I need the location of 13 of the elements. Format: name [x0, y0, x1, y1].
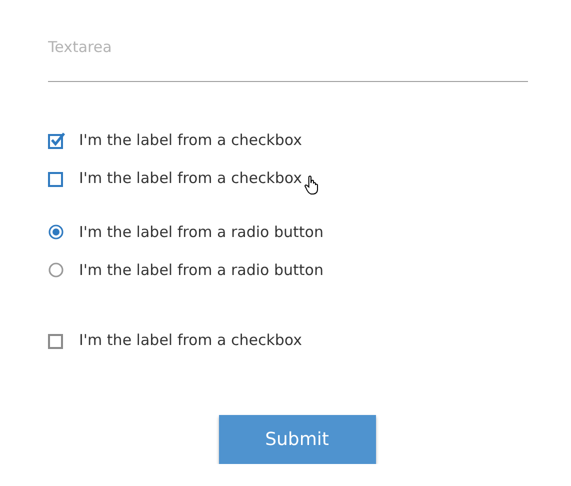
option-label: I'm the label from a checkbox — [79, 169, 302, 187]
radio-button[interactable] — [48, 262, 65, 278]
textarea-field[interactable]: Textarea — [48, 24, 528, 82]
option-label: I'm the label from a radio button — [79, 223, 324, 241]
option-label: I'm the label from a radio button — [79, 261, 324, 279]
radio-button[interactable] — [48, 224, 65, 240]
checkbox[interactable] — [48, 332, 65, 348]
submit-button[interactable]: Submit — [218, 415, 376, 464]
hand-cursor-icon — [304, 175, 320, 195]
option-label: I'm the label from a checkbox — [79, 331, 302, 349]
option-label: I'm the label from a checkbox — [79, 131, 302, 149]
checkbox[interactable] — [48, 170, 65, 186]
checkbox[interactable] — [48, 132, 65, 148]
